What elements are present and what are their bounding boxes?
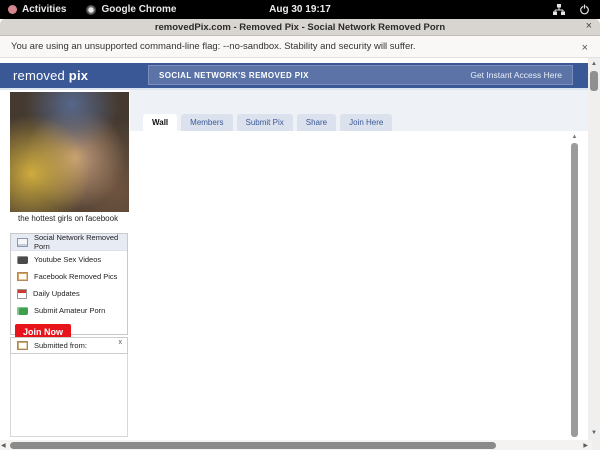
photo-frame-icon xyxy=(17,341,28,350)
network-icon[interactable] xyxy=(553,4,565,15)
browser-horizontal-scrollbar[interactable]: ◀ ▶ xyxy=(0,440,592,450)
logo-text: removed xyxy=(13,68,65,83)
site-header: removed pix SOCIAL NETWORK'S REMOVED PIX… xyxy=(0,63,588,88)
sidebar-item-daily-updates[interactable]: Daily Updates xyxy=(11,285,127,302)
warning-bar: You are using an unsupported command-lin… xyxy=(0,36,600,58)
sidebar-menu: Social Network Removed Porn Youtube Sex … xyxy=(10,233,128,341)
window-title: removedPix.com - Removed Pix - Social Ne… xyxy=(154,21,446,33)
sidebar-item-youtube-videos[interactable]: Youtube Sex Videos xyxy=(11,251,127,268)
sidebar-item-submit[interactable]: Submit Amateur Porn xyxy=(11,302,127,319)
scrollbar-corner xyxy=(592,440,600,450)
frame-scroll-up-icon[interactable]: ▲ xyxy=(570,134,579,141)
logo-text-bold: pix xyxy=(68,68,89,83)
sidebar-item-removed-porn[interactable]: Social Network Removed Porn xyxy=(11,233,127,251)
warning-close-button[interactable]: × xyxy=(582,42,588,54)
submitted-close-button[interactable]: x xyxy=(119,339,123,346)
site-tagline: SOCIAL NETWORK'S REMOVED PIX xyxy=(159,70,309,80)
browser-vscroll-thumb[interactable] xyxy=(590,71,598,91)
frame-vertical-scrollbar[interactable]: ▲ xyxy=(570,134,579,437)
activities-label: Activities xyxy=(22,4,67,15)
recording-indicator-icon xyxy=(8,5,17,14)
wall-content-area xyxy=(130,131,570,437)
sidebar-item-label: Facebook Removed Pics xyxy=(34,272,118,281)
warning-message: You are using an unsupported command-lin… xyxy=(11,41,416,52)
tab-members[interactable]: Members xyxy=(181,114,233,131)
hscroll-thumb[interactable] xyxy=(10,441,496,449)
sidebar-item-removed-pics[interactable]: Facebook Removed Pics xyxy=(11,268,127,285)
scroll-left-icon[interactable]: ◀ xyxy=(1,442,6,449)
sidebar-item-label: Daily Updates xyxy=(33,289,80,298)
feed-icon xyxy=(17,237,28,247)
window-title-bar[interactable]: removedPix.com - Removed Pix - Social Ne… xyxy=(0,19,600,36)
scroll-down-icon[interactable]: ▼ xyxy=(588,429,600,437)
photo-caption: the hottest girls on facebook xyxy=(18,214,119,223)
activities-button[interactable]: Activities xyxy=(8,4,66,15)
sidebar-item-label: Youtube Sex Videos xyxy=(34,255,102,264)
app-menu-label: Google Chrome xyxy=(101,4,177,15)
chrome-logo-icon xyxy=(86,4,97,15)
screen: Activities Google Chrome Aug 30 19:17 re… xyxy=(0,0,600,450)
calendar-icon xyxy=(17,288,27,299)
scroll-right-icon[interactable]: ▶ xyxy=(583,442,588,449)
browser-vertical-scrollbar[interactable]: ▲ ▼ xyxy=(588,58,600,440)
camera-icon xyxy=(17,306,28,315)
sidebar-empty-box xyxy=(10,354,128,437)
site-logo[interactable]: removed pix xyxy=(13,68,88,83)
submitted-from-label: Submitted from: xyxy=(34,341,87,350)
power-icon[interactable] xyxy=(579,4,590,15)
tab-strip: Wall Members Submit Pix Share Join Here xyxy=(130,90,588,131)
tab-submit-pix[interactable]: Submit Pix xyxy=(236,114,293,131)
sidebar-item-label: Submit Amateur Porn xyxy=(34,306,106,315)
photo-icon xyxy=(17,272,28,281)
submitted-from-box: Submitted from: x xyxy=(10,337,128,354)
app-menu-button[interactable]: Google Chrome xyxy=(86,4,176,15)
frame-vscroll-thumb[interactable] xyxy=(571,143,578,437)
tab-row: Wall Members Submit Pix Share Join Here xyxy=(143,114,393,131)
desktop-top-bar: Activities Google Chrome Aug 30 19:17 xyxy=(0,0,600,19)
profile-photo-placeholder[interactable] xyxy=(10,92,129,212)
tab-join-here[interactable]: Join Here xyxy=(340,114,393,131)
scroll-up-icon[interactable]: ▲ xyxy=(588,60,600,68)
tab-share[interactable]: Share xyxy=(296,114,337,131)
video-icon xyxy=(17,255,28,264)
window-close-button[interactable]: × xyxy=(586,20,592,32)
tab-wall[interactable]: Wall xyxy=(143,114,178,131)
header-inner-bar: SOCIAL NETWORK'S REMOVED PIX Get Instant… xyxy=(148,65,573,85)
instant-access-link[interactable]: Get Instant Access Here xyxy=(470,70,572,80)
sidebar-item-label: Social Network Removed Porn xyxy=(34,233,119,251)
